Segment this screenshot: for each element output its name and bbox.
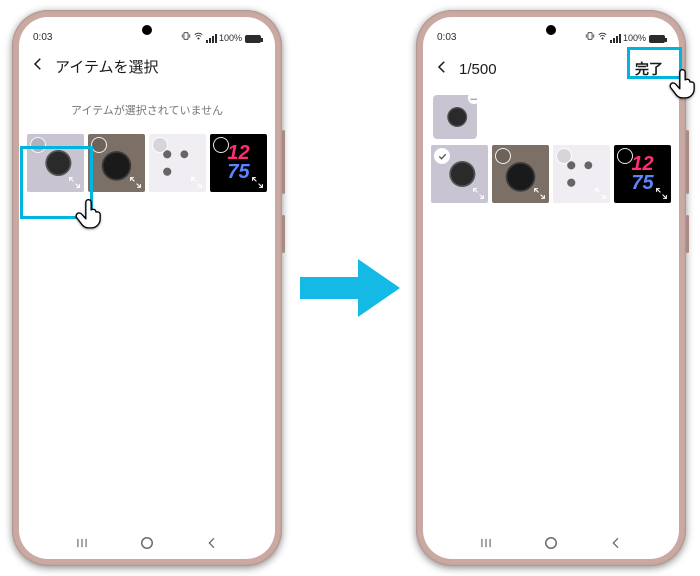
thumbnail-item[interactable] (553, 145, 610, 203)
selected-preview-strip: － (423, 89, 679, 139)
expand-icon[interactable] (250, 175, 264, 189)
phone-screen: 0:03 100% アイテムを選択 (19, 17, 275, 559)
select-circle-icon[interactable] (91, 137, 107, 153)
back-button[interactable] (433, 58, 451, 81)
expand-icon[interactable] (189, 175, 203, 189)
nav-back-button[interactable] (202, 533, 222, 553)
done-button[interactable]: 完了 (629, 55, 669, 83)
status-time: 0:03 (33, 32, 52, 43)
nav-recents-button[interactable] (72, 533, 92, 553)
header-title: アイテムを選択 (55, 56, 265, 77)
nav-home-button[interactable] (137, 533, 157, 553)
expand-icon[interactable] (654, 186, 668, 200)
expand-icon[interactable] (67, 175, 81, 189)
thumbnail-item[interactable] (431, 145, 488, 203)
select-circle-icon[interactable] (30, 137, 46, 153)
expand-icon[interactable] (471, 186, 485, 200)
power-button (686, 215, 689, 253)
power-button (282, 215, 285, 253)
camera-hole (546, 25, 556, 35)
back-button[interactable] (29, 55, 47, 78)
selected-preview-thumb[interactable]: － (433, 95, 477, 139)
thumbnail-item[interactable]: 12 75 (614, 145, 671, 203)
digit-bottom: 75 (227, 163, 249, 182)
thumbnail-item[interactable] (27, 134, 84, 192)
wifi-icon (193, 31, 204, 43)
select-circle-icon[interactable] (556, 148, 572, 164)
empty-selection-text: アイテムが選択されていません (19, 102, 275, 118)
thumbnail-row: 12 75 (423, 139, 679, 203)
nav-recents-button[interactable] (476, 533, 496, 553)
digit-bottom: 75 (631, 174, 653, 193)
battery-pct: 100% (219, 33, 242, 43)
system-nav-bar (423, 533, 679, 553)
nav-back-button[interactable] (606, 533, 626, 553)
select-circle-checked-icon[interactable] (434, 148, 450, 164)
vibrate-icon (181, 31, 191, 43)
selection-counter: 1/500 (459, 61, 621, 78)
signal-icon (610, 35, 621, 43)
remove-selection-icon[interactable]: － (467, 95, 477, 105)
status-right: 100% (181, 31, 261, 43)
phone-mockup-after: 0:03 100% 1/500 完了 (416, 10, 686, 566)
app-header: 1/500 完了 (423, 43, 679, 89)
system-nav-bar (19, 533, 275, 553)
select-circle-icon[interactable] (213, 137, 229, 153)
status-right: 100% (585, 31, 665, 43)
arrow-right-icon (300, 255, 400, 321)
thumbnail-item[interactable] (492, 145, 549, 203)
camera-hole (142, 25, 152, 35)
vibrate-icon (585, 31, 595, 43)
thumbnail-item[interactable] (88, 134, 145, 192)
expand-icon[interactable] (593, 186, 607, 200)
tap-gesture-icon (666, 66, 700, 100)
battery-pct: 100% (623, 33, 646, 43)
phone-screen: 0:03 100% 1/500 完了 (423, 17, 679, 559)
app-header: アイテムを選択 (19, 43, 275, 84)
wifi-icon (597, 31, 608, 43)
expand-icon[interactable] (532, 186, 546, 200)
thumbnail-item[interactable] (149, 134, 206, 192)
nav-home-button[interactable] (541, 533, 561, 553)
thumbnail-row: 12 75 (19, 118, 275, 192)
signal-icon (206, 35, 217, 43)
status-time: 0:03 (437, 32, 456, 43)
tap-gesture-icon (72, 196, 106, 230)
volume-button (282, 130, 285, 194)
select-circle-icon[interactable] (495, 148, 511, 164)
battery-icon (245, 35, 261, 43)
battery-icon (649, 35, 665, 43)
phone-mockup-before: 0:03 100% アイテムを選択 (12, 10, 282, 566)
thumbnail-item[interactable]: 12 75 (210, 134, 267, 192)
expand-icon[interactable] (128, 175, 142, 189)
select-circle-icon[interactable] (617, 148, 633, 164)
volume-button (686, 130, 689, 194)
select-circle-icon[interactable] (152, 137, 168, 153)
